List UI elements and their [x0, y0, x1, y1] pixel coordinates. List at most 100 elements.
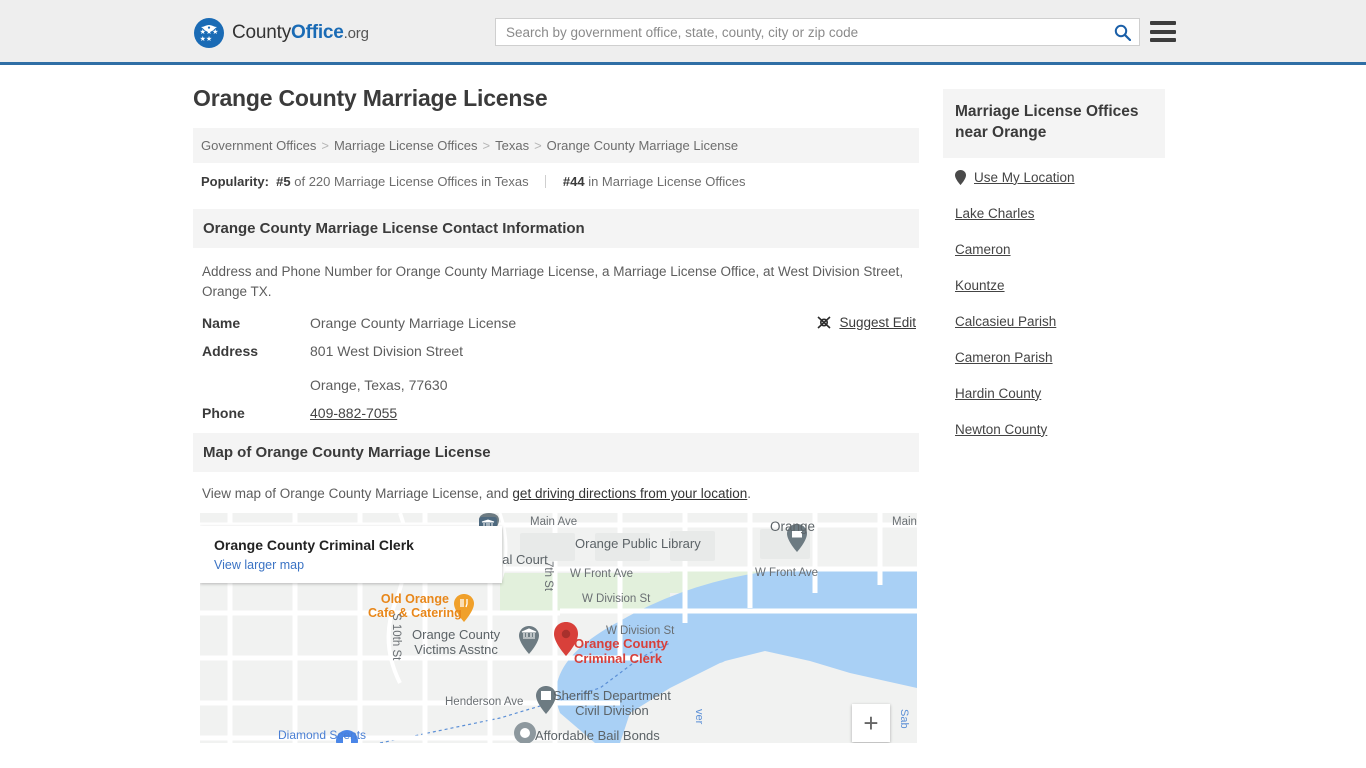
hamburger-bar	[1150, 38, 1176, 42]
phone-link[interactable]: 409-882-7055	[310, 405, 397, 421]
plus-icon: +	[863, 708, 879, 739]
brand-text: CountyOffice.org	[232, 22, 369, 44]
page-title: Orange County Marriage License	[193, 85, 548, 111]
popularity-state-text: of 220 Marriage License Offices in Texas	[294, 174, 529, 189]
map-label-w-front-ave-left: W Front Ave	[570, 568, 634, 581]
info-row-phone: Phone 409-882-7055	[202, 405, 910, 421]
breadcrumb: Government Offices > Marriage License Offi…	[193, 128, 919, 163]
sidebar-heading: Marriage License Offices near Orange	[943, 89, 1165, 158]
brand-office: Office	[291, 22, 344, 43]
search-button[interactable]	[1105, 19, 1139, 45]
breadcrumb-item-marriage-license-offices[interactable]: Marriage License Offices	[334, 138, 478, 153]
info-row-name: Name Orange County Marriage License	[202, 315, 910, 331]
map-label-diamond-scents: Diamond Scents	[278, 728, 367, 743]
use-my-location-link[interactable]: Use My Location	[974, 170, 1075, 185]
breadcrumb-item-current: Orange County Marriage License	[546, 138, 739, 153]
info-value-address-line2: Orange, Texas, 77630	[310, 377, 448, 394]
sidebar-link[interactable]: Newton County	[955, 422, 1047, 437]
site-logo[interactable]: ★★★ ★★ CountyOffice.org	[194, 18, 369, 48]
sidebar-link[interactable]: Cameron Parish	[955, 350, 1053, 365]
sidebar-link[interactable]: Cameron	[955, 242, 1011, 257]
location-pin-icon	[955, 169, 966, 185]
breadcrumb-separator: >	[534, 138, 542, 153]
sidebar-item-kountze[interactable]: Kountze	[955, 278, 1153, 293]
page-body: Orange County Marriage License Governmen…	[0, 65, 1366, 744]
map-label-orange-county-victims: Orange County Victims Asstnc	[412, 627, 501, 658]
map-card-title: Orange County Criminal Clerk	[214, 537, 414, 554]
popularity-state-rank: #5	[276, 174, 291, 189]
map-label-henderson-ave: Henderson Ave	[445, 696, 524, 709]
breadcrumb-separator: >	[482, 138, 491, 153]
map-label-7th-st: 7th St	[542, 561, 554, 592]
map-embed[interactable]: Main Ave Main Orange Public Library Oran…	[200, 513, 917, 744]
map-marker-affordable-bail-bonds	[514, 722, 536, 744]
map-zoom-in-button[interactable]: +	[852, 704, 890, 743]
info-value-address-block: 801 West Division Street Orange, Texas, …	[310, 343, 463, 393]
map-label-main: Main	[892, 516, 917, 529]
sidebar-item-hardin-county[interactable]: Hardin County	[955, 386, 1153, 401]
hamburger-bar	[1150, 29, 1176, 34]
popularity-label: Popularity:	[201, 174, 269, 189]
sidebar-item-lake-charles[interactable]: Lake Charles	[955, 206, 1153, 221]
sidebar: Marriage License Offices near Orange Use…	[943, 89, 1165, 458]
map-label-w-front-ave-right: W Front Ave	[755, 567, 819, 580]
suggest-edit-label: Suggest Edit	[839, 315, 916, 331]
contact-info-table: Suggest Edit Name Orange County Marriage…	[193, 307, 919, 421]
map-info-card: Orange County Criminal Clerk View larger…	[200, 526, 502, 584]
info-label-name: Name	[202, 315, 241, 332]
breadcrumb-separator: >	[321, 138, 329, 153]
countyoffice-logo-icon: ★★★ ★★	[194, 18, 224, 48]
sidebar-item-cameron-parish[interactable]: Cameron Parish	[955, 350, 1153, 365]
info-label-phone: Phone	[202, 405, 245, 422]
sidebar-link[interactable]: Kountze	[955, 278, 1005, 293]
popularity-overall-text: in Marriage License Offices	[588, 174, 746, 189]
map-label-sabine: Sab	[898, 709, 910, 729]
sidebar-list: Use My Location Lake Charles Cameron Kou…	[943, 158, 1165, 437]
map-section-description: View map of Orange County Marriage Licen…	[193, 472, 919, 513]
stars-icon: ★★★ ★★	[199, 29, 219, 43]
breadcrumb-item-texas[interactable]: Texas	[495, 138, 529, 153]
sidebar-item-use-my-location[interactable]: Use My Location	[955, 169, 1153, 185]
info-value-name: Orange County Marriage License	[310, 315, 517, 332]
info-row-address: Address 801 West Division Street Orange,…	[202, 343, 910, 393]
map-section-heading: Map of Orange County Marriage License	[193, 433, 919, 473]
view-larger-map-link[interactable]: View larger map	[214, 558, 488, 572]
suggest-edit-icon	[817, 316, 831, 329]
search-icon	[1114, 24, 1131, 41]
map-label-s-10th-st: S 10th St	[390, 613, 402, 661]
hamburger-bar	[1150, 21, 1176, 25]
info-value-phone: 409-882-7055	[310, 405, 397, 421]
search-bar[interactable]	[495, 18, 1140, 46]
sidebar-item-calcasieu-parish[interactable]: Calcasieu Parish	[955, 314, 1153, 329]
map-marker-victims-assistance	[519, 626, 539, 655]
driving-directions-link[interactable]: get driving directions from your locatio…	[512, 486, 747, 501]
popularity-row: Popularity: #5 of 220 Marriage License O…	[193, 163, 919, 201]
map-desc-suffix: .	[747, 486, 752, 502]
search-input[interactable]	[496, 24, 1105, 40]
sidebar-link[interactable]: Hardin County	[955, 386, 1041, 401]
map-label-criminal-clerk: Orange County Criminal Clerk	[574, 636, 668, 667]
contact-section-description: Address and Phone Number for Orange Coun…	[202, 264, 904, 299]
map-desc-prefix: View map of Orange County Marriage Licen…	[202, 486, 513, 502]
hamburger-menu-icon[interactable]	[1150, 21, 1176, 42]
sidebar-link[interactable]: Lake Charles	[955, 206, 1035, 221]
main-column: Orange County Marriage License Governmen…	[193, 85, 919, 744]
sidebar-item-newton-county[interactable]: Newton County	[955, 422, 1153, 437]
map-label-orange-city: Orange	[770, 519, 816, 535]
brand-org: .org	[343, 25, 369, 42]
map-label-affordable-bail-bonds: Affordable Bail Bonds	[535, 728, 660, 744]
brand-county: County	[232, 22, 292, 43]
sidebar-item-cameron[interactable]: Cameron	[955, 242, 1153, 257]
suggest-edit-button[interactable]: Suggest Edit	[817, 315, 916, 330]
map-label-main-ave: Main Ave	[530, 516, 578, 529]
breadcrumb-item-government-offices[interactable]: Government Offices	[201, 138, 316, 153]
popularity-divider	[545, 175, 547, 188]
sidebar-link[interactable]: Calcasieu Parish	[955, 314, 1056, 329]
map-label-orange-public-library: Orange Public Library	[575, 536, 701, 552]
info-value-address-line1: 801 West Division Street	[310, 343, 464, 360]
site-header: ★★★ ★★ CountyOffice.org	[0, 0, 1366, 65]
map-label-w-division-st-left: W Division St	[582, 593, 651, 606]
popularity-overall-rank: #44	[562, 174, 585, 189]
info-label-address: Address	[202, 343, 259, 360]
map-label-pal-court: pal Court	[495, 552, 548, 568]
